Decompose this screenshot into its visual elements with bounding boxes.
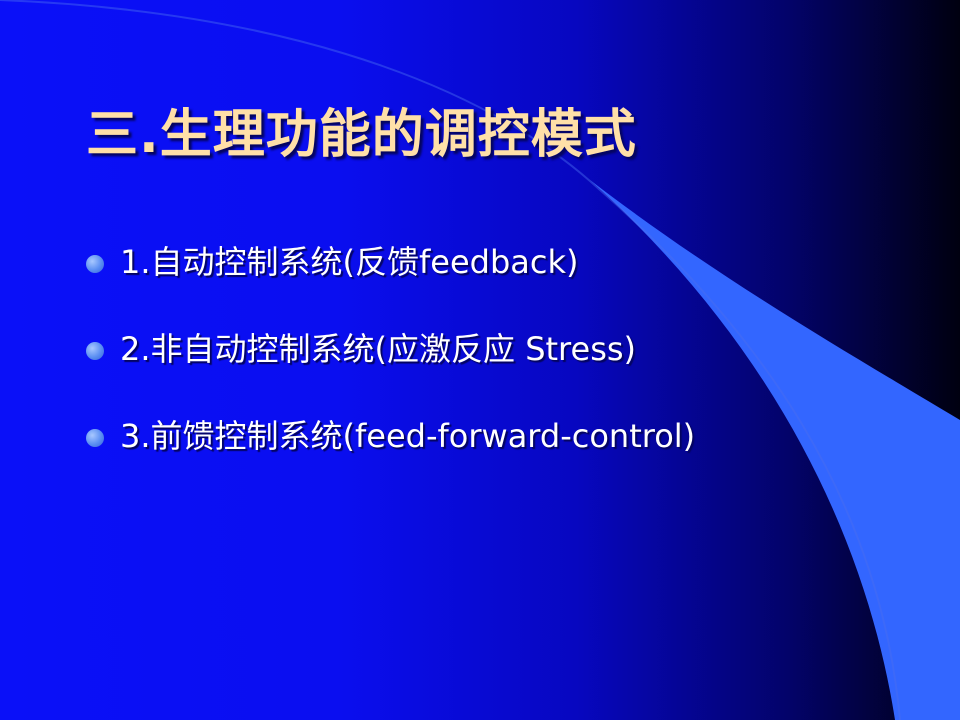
bullet-item-feedback: 1.自动控制系统(反馈feedback) xyxy=(86,238,695,282)
slide-title: 三.生理功能的调控模式 xyxy=(86,105,637,165)
bullet-text: 2.非自动控制系统(应激反应 Stress) xyxy=(120,330,637,368)
bullet-list: 1.自动控制系统(反馈feedback) 2.非自动控制系统(应激反应 Stre… xyxy=(86,238,695,499)
bullet-item-stress: 2.非自动控制系统(应激反应 Stress) xyxy=(86,325,695,369)
bullet-icon xyxy=(86,342,104,360)
bullet-text: 3.前馈控制系统(feed-forward-control) xyxy=(120,417,696,455)
bullet-icon xyxy=(86,429,104,447)
bullet-item-feedforward: 3.前馈控制系统(feed-forward-control) xyxy=(86,412,695,456)
bullet-text: 1.自动控制系统(反馈feedback) xyxy=(120,243,579,281)
bullet-icon xyxy=(86,255,104,273)
slide: 三.生理功能的调控模式 1.自动控制系统(反馈feedback) 2.非自动控制… xyxy=(0,0,960,720)
